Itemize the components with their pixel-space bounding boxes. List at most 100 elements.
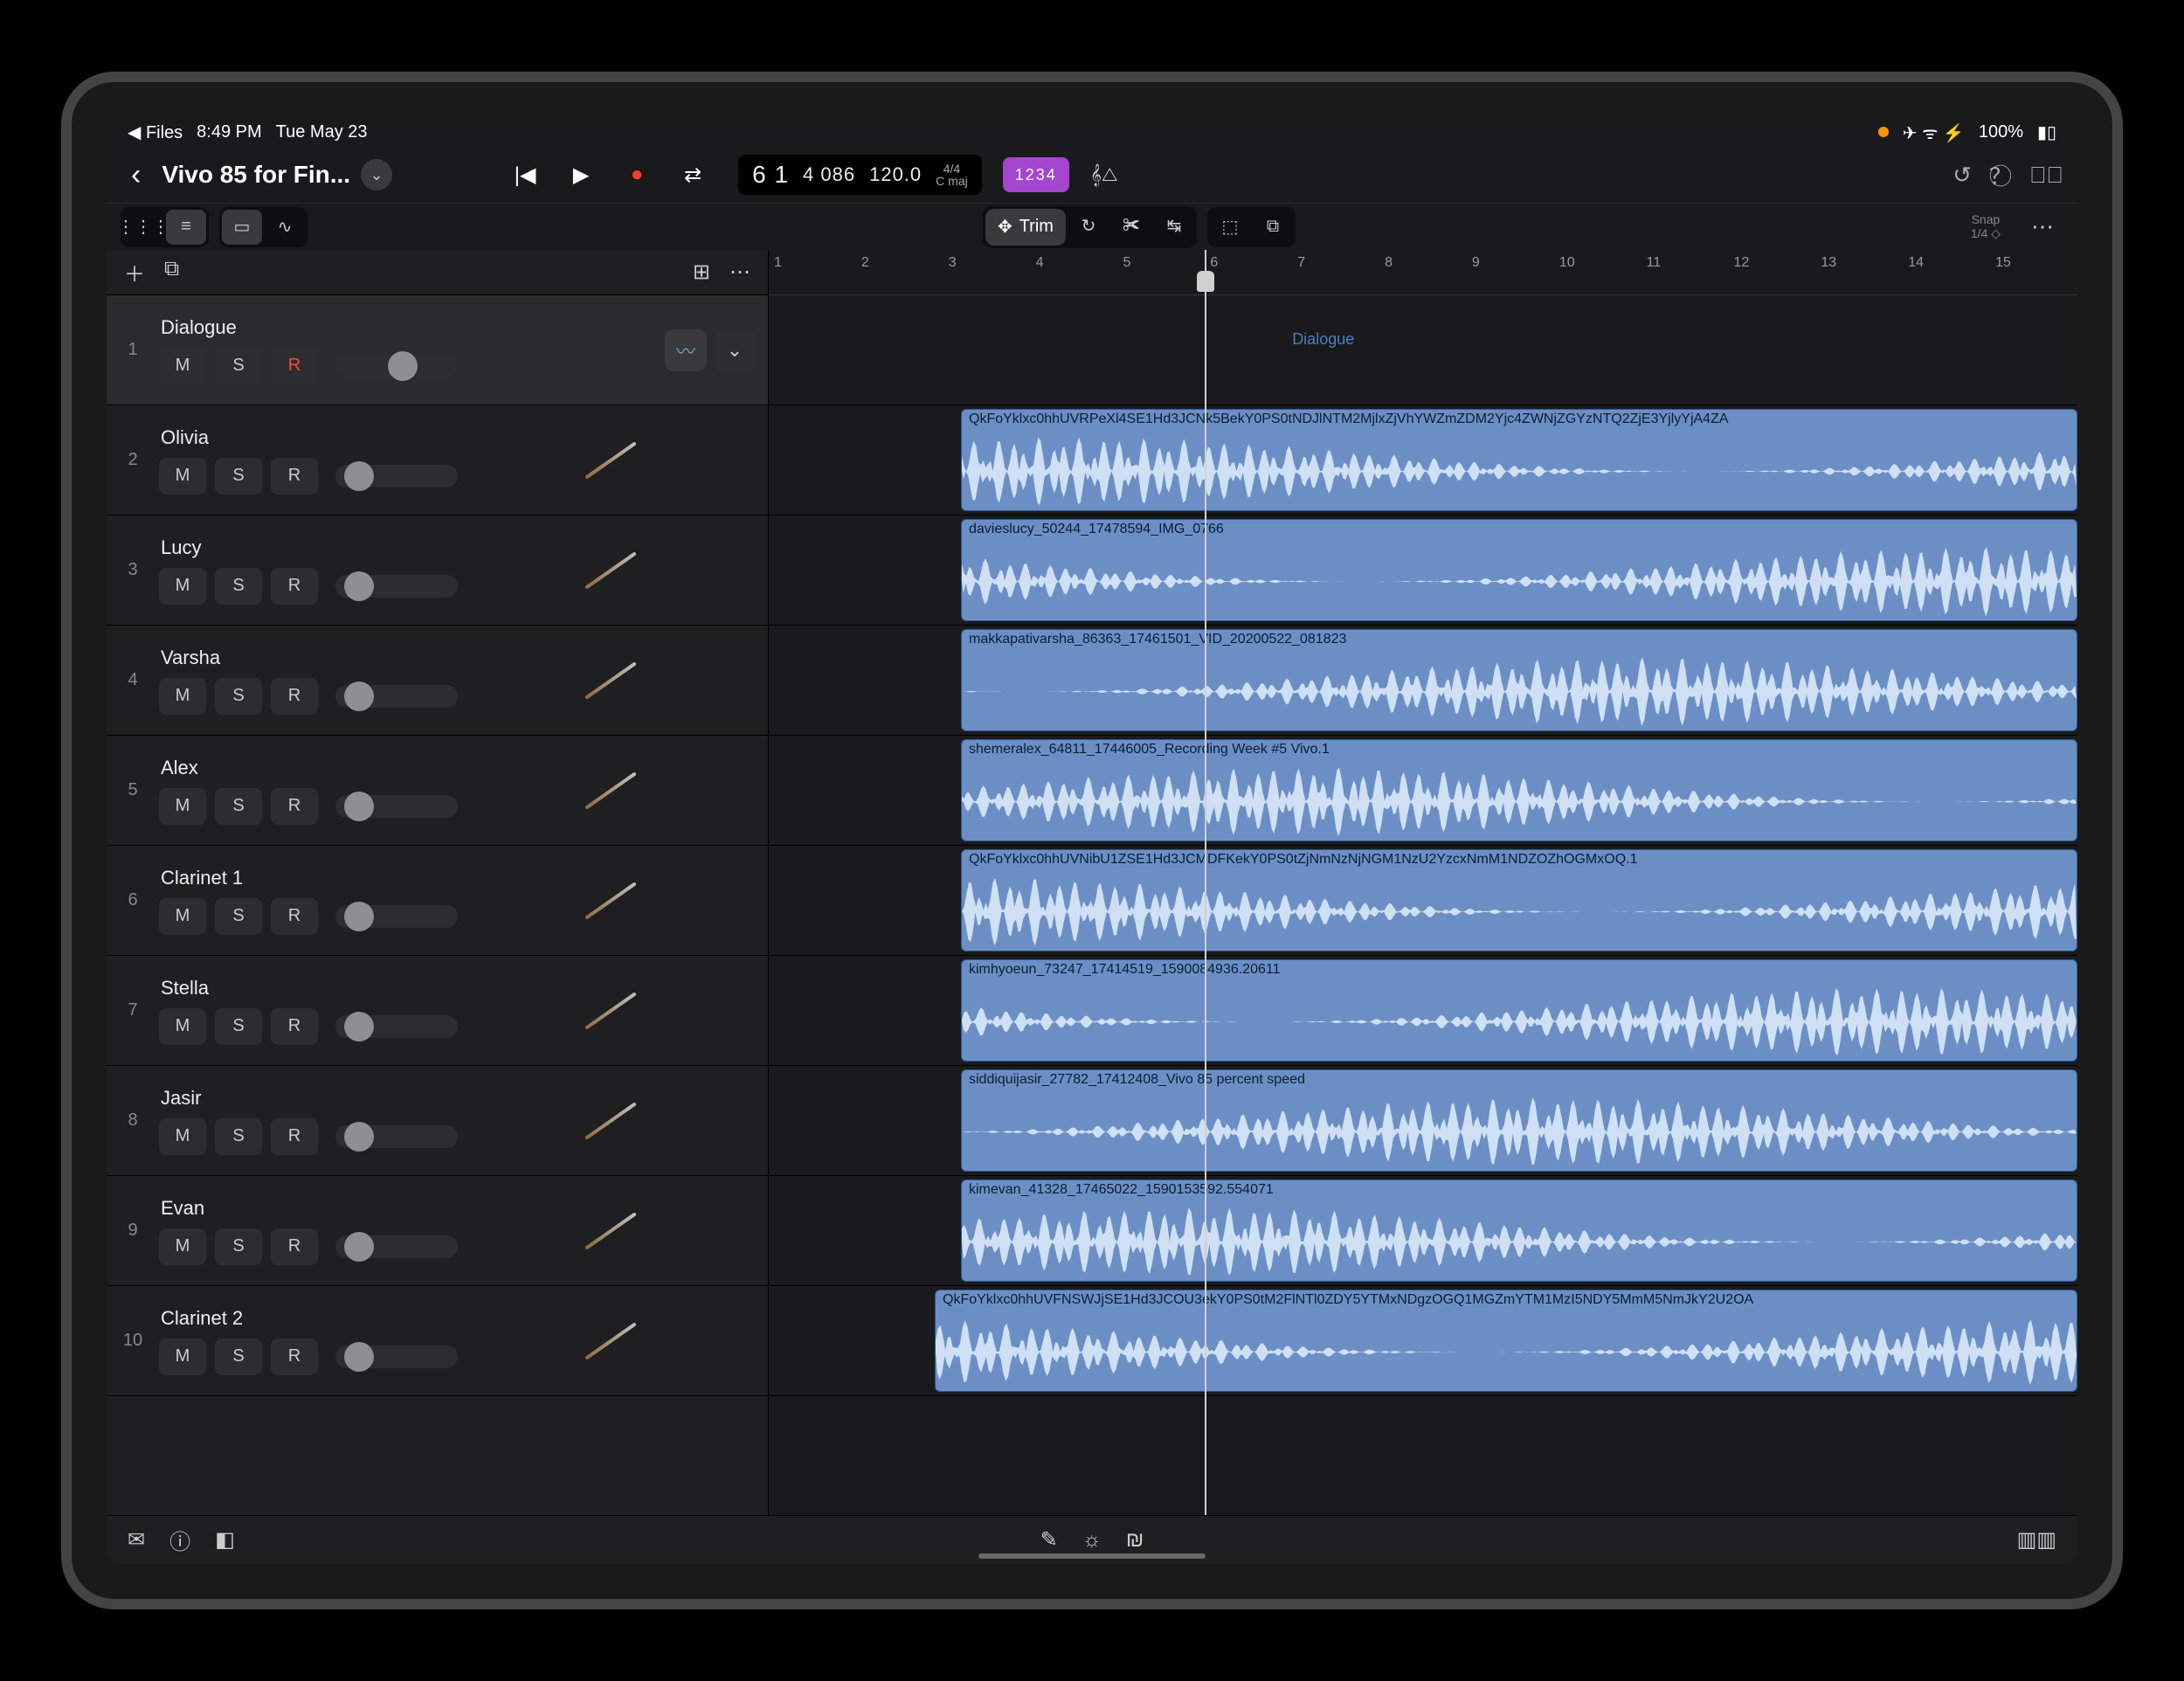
instrument-icon[interactable] — [558, 295, 663, 405]
instrument-icon[interactable] — [558, 956, 663, 1065]
record-enable-button[interactable]: R — [271, 568, 318, 605]
record-enable-button[interactable]: R — [271, 678, 318, 715]
volume-slider[interactable] — [335, 355, 458, 377]
mute-button[interactable]: M — [159, 678, 206, 715]
solo-button[interactable]: S — [215, 1008, 262, 1045]
track-options-button[interactable]: ⋯ — [729, 259, 750, 285]
volume-slider[interactable] — [335, 1015, 458, 1038]
mute-button[interactable]: M — [159, 348, 206, 384]
solo-button[interactable]: S — [215, 678, 262, 715]
mute-button[interactable]: M — [159, 1118, 206, 1155]
go-to-start-button[interactable]: |◀ — [508, 157, 543, 192]
track-name[interactable]: Evan — [159, 1197, 558, 1220]
audio-region[interactable]: QkFoYklxc0hhUVFNSWJjSE1Hd3JCOU3ekY0PS0tM… — [935, 1290, 2077, 1392]
track-name[interactable]: Olivia — [159, 426, 558, 449]
add-track-button[interactable]: ＋ — [124, 257, 145, 287]
solo-button[interactable]: S — [215, 348, 262, 384]
record-enable-button[interactable]: R — [271, 348, 318, 384]
volume-slider[interactable] — [335, 905, 458, 928]
instrument-icon[interactable] — [558, 1176, 663, 1285]
audio-region[interactable]: davieslucy_50244_17478594_IMG_0766 — [961, 519, 2077, 621]
instrument-icon[interactable] — [558, 626, 663, 735]
track-row[interactable]: 1 Dialogue M S R 〰⌄ — [107, 295, 768, 405]
audio-region[interactable]: kimevan_41328_17465022_1590153592.554071 — [961, 1179, 2077, 1282]
track-row[interactable]: 3 Lucy M S R — [107, 515, 768, 626]
record-enable-button[interactable]: R — [271, 898, 318, 935]
record-enable-button[interactable]: R — [271, 458, 318, 495]
mute-button[interactable]: M — [159, 458, 206, 495]
duplicate-track-button[interactable]: ⧉ — [164, 257, 179, 287]
more-button[interactable]: ⋯ — [2022, 209, 2063, 246]
track-name[interactable]: Stella — [159, 977, 558, 1000]
record-enable-button[interactable]: R — [271, 1008, 318, 1045]
split-tool[interactable]: ✀ — [1111, 209, 1151, 244]
record-enable-button[interactable]: R — [271, 1118, 318, 1155]
settings-button[interactable]: ☰⃝ — [2029, 162, 2063, 189]
input-monitor-button[interactable]: 〰 — [665, 329, 707, 371]
mute-button[interactable]: M — [159, 898, 206, 935]
solo-button[interactable]: S — [215, 788, 262, 825]
volume-slider[interactable] — [335, 465, 458, 488]
solo-button[interactable]: S — [215, 458, 262, 495]
undo-button[interactable]: ↺ — [1952, 162, 1972, 189]
mute-button[interactable]: M — [159, 568, 206, 605]
info-button[interactable]: ⓘ — [169, 1525, 190, 1555]
region-tool[interactable]: ▭ — [222, 210, 262, 245]
track-name[interactable]: Jasir — [159, 1087, 558, 1110]
volume-slider[interactable] — [335, 575, 458, 598]
instrument-icon[interactable] — [558, 1066, 663, 1175]
bar-ruler[interactable]: 123456789101112131415 — [769, 250, 2077, 295]
snap-display[interactable]: Snap 1/4 ◇ — [1971, 213, 2001, 240]
automation-tool[interactable]: ∿ — [265, 210, 305, 245]
solo-button[interactable]: S — [215, 1118, 262, 1155]
lcd-display[interactable]: 6 1 4 086 120.0 4/4 C maj — [738, 155, 982, 195]
track-name[interactable]: Alex — [159, 757, 558, 779]
selection-tool[interactable]: ⬚ — [1210, 210, 1250, 245]
track-row[interactable]: 9 Evan M S R — [107, 1176, 768, 1286]
instrument-icon[interactable] — [558, 1286, 663, 1395]
record-enable-button[interactable]: R — [271, 1228, 318, 1265]
instrument-icon[interactable] — [558, 405, 663, 515]
tracks-view-button[interactable]: ≡ — [166, 210, 206, 245]
grid-view-button[interactable]: ⋮⋮⋮ — [123, 210, 163, 245]
mute-button[interactable]: M — [159, 1228, 206, 1265]
instrument-icon[interactable] — [558, 736, 663, 845]
solo-button[interactable]: S — [215, 1228, 262, 1265]
count-in-button[interactable]: 1234 — [1003, 157, 1069, 192]
mixer-button[interactable]: ₪ — [1126, 1528, 1144, 1553]
track-row[interactable]: 2 Olivia M S R — [107, 405, 768, 515]
track-name[interactable]: Dialogue — [159, 316, 558, 339]
volume-slider[interactable] — [335, 795, 458, 818]
add-region-button[interactable]: ⊞ — [693, 259, 710, 285]
audio-region[interactable]: shemeralex_64811_17446005_Recording Week… — [961, 739, 2077, 841]
keyboard-button[interactable]: ▥▥ — [2017, 1527, 2056, 1553]
instrument-icon[interactable] — [558, 515, 663, 625]
track-row[interactable]: 4 Varsha M S R — [107, 626, 768, 736]
record-button[interactable]: ● — [619, 157, 654, 192]
track-row[interactable]: 8 Jasir M S R — [107, 1066, 768, 1176]
pencil-tool[interactable]: ✎ — [1040, 1527, 1058, 1553]
track-name[interactable]: Varsha — [159, 647, 558, 669]
track-name[interactable]: Clarinet 2 — [159, 1307, 558, 1330]
trim-tool[interactable]: ✥ Trim — [985, 209, 1066, 246]
track-name[interactable]: Clarinet 1 — [159, 867, 558, 889]
track-row[interactable]: 10 Clarinet 2 M S R — [107, 1286, 768, 1396]
loop-tool[interactable]: ↻ — [1068, 209, 1109, 244]
home-indicator[interactable] — [978, 1553, 1206, 1559]
help-button[interactable]: ？⃝ — [1989, 159, 2012, 191]
volume-slider[interactable] — [335, 1125, 458, 1148]
cycle-button[interactable]: ⇄ — [675, 157, 710, 192]
multi-tool[interactable]: ↹ — [1154, 209, 1194, 244]
copy-tool[interactable]: ⧉ — [1253, 210, 1293, 245]
inbox-button[interactable]: ✉ — [128, 1527, 145, 1553]
audio-region[interactable]: makkapativarsha_86363_17461501_VID_20200… — [961, 629, 2077, 731]
mute-button[interactable]: M — [159, 1339, 206, 1375]
solo-button[interactable]: S — [215, 1339, 262, 1375]
audio-region[interactable]: kimhyoeun_73247_17414519_1590084936.2061… — [961, 959, 2077, 1062]
record-enable-button[interactable]: R — [271, 788, 318, 825]
solo-button[interactable]: S — [215, 568, 262, 605]
audio-region[interactable]: QkFoYklxc0hhUVNibU1ZSE1Hd3JCMDFKekY0PS0t… — [961, 849, 2077, 951]
record-enable-button[interactable]: R — [271, 1339, 318, 1375]
solo-button[interactable]: S — [215, 898, 262, 935]
smart-controls[interactable]: ☼ — [1082, 1528, 1102, 1553]
